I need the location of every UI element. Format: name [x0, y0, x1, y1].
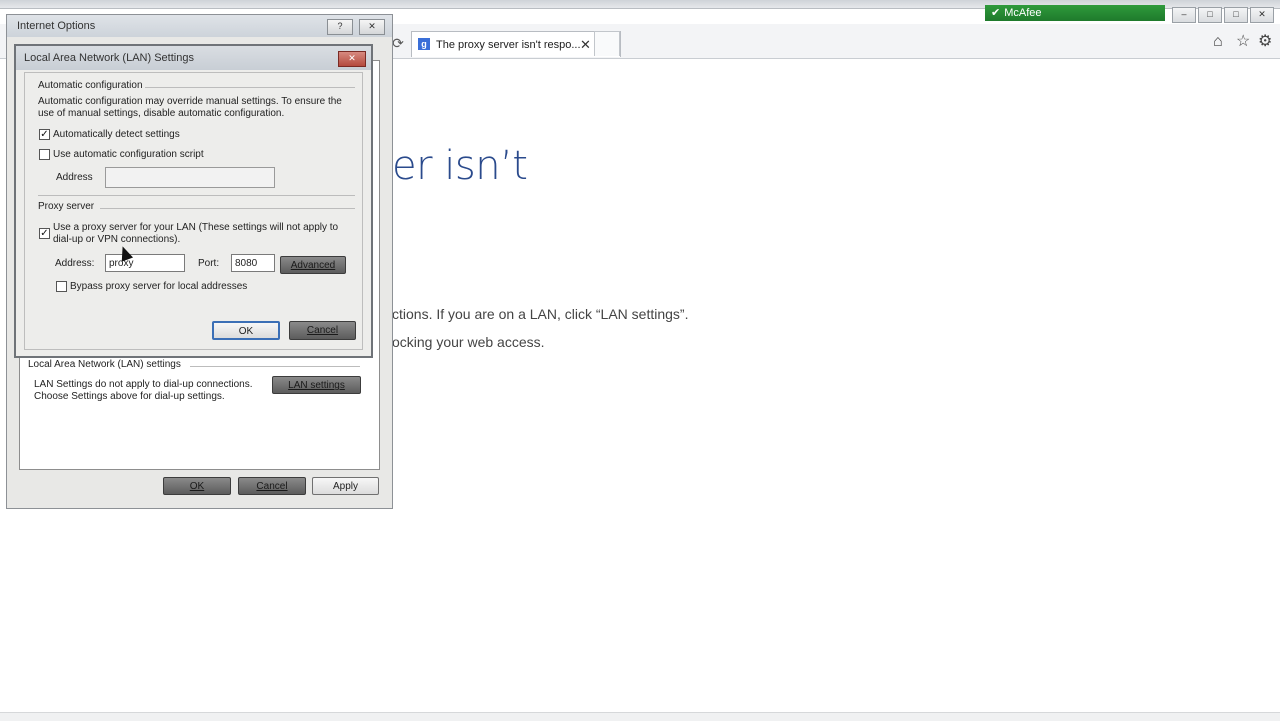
use-proxy-checkbox[interactable]: ✓ — [39, 228, 50, 239]
io-apply-button[interactable]: Apply — [312, 477, 379, 495]
auto-detect-label: Automatically detect settings — [53, 129, 180, 140]
lan-close-icon[interactable]: ✕ — [338, 51, 366, 67]
io-ok-button[interactable]: OK — [163, 477, 231, 495]
proxy-address-field[interactable]: proxy — [105, 254, 185, 272]
proxy-port-label: Port: — [198, 258, 220, 269]
star-icon[interactable]: ☆ — [1236, 33, 1250, 51]
section-divider — [38, 195, 355, 196]
proxy-port-field[interactable]: 8080 — [231, 254, 275, 272]
lan-group-divider — [190, 366, 360, 367]
tab-close-icon[interactable]: ✕ — [580, 32, 591, 58]
internet-options-title: Internet Options — [17, 20, 96, 32]
auto-config-heading: Automatic configuration — [38, 80, 143, 91]
minimize-button[interactable]: – — [1172, 7, 1196, 23]
browser-tab[interactable]: g The proxy server isn't respo... ✕ — [411, 31, 621, 57]
proxy-divider — [100, 208, 355, 209]
lan-settings-titlebar: Local Area Network (LAN) Settings ✕ — [16, 46, 371, 70]
script-address-field[interactable] — [105, 167, 275, 188]
help-button[interactable]: ? — [327, 19, 353, 35]
use-script-checkbox[interactable] — [39, 149, 50, 160]
close-icon[interactable]: ✕ — [359, 19, 385, 35]
error-heading: er isn’t — [392, 143, 528, 189]
lan-ok-button[interactable]: OK — [212, 321, 280, 340]
bypass-local-label: Bypass proxy server for local addresses — [70, 281, 248, 292]
bypass-local-checkbox[interactable] — [56, 281, 67, 292]
tab-title: The proxy server isn't respo... — [436, 39, 581, 51]
google-favicon-icon: g — [418, 38, 430, 50]
lan-section-title: Local Area Network (LAN) settings — [28, 359, 185, 370]
auto-config-divider — [145, 87, 355, 88]
new-tab-button[interactable] — [594, 31, 620, 56]
use-proxy-label: Use a proxy server for your LAN (These s… — [53, 222, 339, 245]
mcafee-label: McAfee — [1004, 7, 1042, 19]
error-line-1: ctions. If you are on a LAN, click “LAN … — [392, 306, 689, 322]
check-icon: ✔ — [991, 7, 1001, 19]
auto-detect-checkbox[interactable]: ✓ — [39, 129, 50, 140]
maximize-button[interactable]: □ — [1224, 7, 1248, 23]
use-script-label: Use automatic configuration script — [53, 149, 204, 160]
error-line-2: ocking your web access. — [392, 334, 545, 350]
home-icon[interactable]: ⌂ — [1213, 33, 1223, 51]
lan-settings-button[interactable]: LAN settings — [272, 376, 361, 394]
internet-options-titlebar: Internet Options ? ✕ — [7, 15, 392, 37]
io-cancel-button[interactable]: Cancel — [238, 477, 306, 495]
advanced-button[interactable]: Advanced — [280, 256, 346, 274]
restore-button[interactable]: □ — [1198, 7, 1222, 23]
lan-section-description: LAN Settings do not apply to dial-up con… — [34, 379, 253, 402]
auto-config-description: Automatic configuration may override man… — [38, 96, 342, 119]
proxy-heading: Proxy server — [38, 201, 95, 212]
gear-icon[interactable]: ⚙ — [1258, 33, 1272, 51]
script-address-label: Address — [56, 172, 93, 183]
lan-cancel-button[interactable]: Cancel — [289, 321, 356, 340]
proxy-address-label: Address: — [55, 258, 95, 269]
mcafee-addon[interactable]: ✔ McAfee — [985, 5, 1165, 21]
lan-settings-title: Local Area Network (LAN) Settings — [24, 52, 194, 64]
close-window-button[interactable]: ✕ — [1250, 7, 1274, 23]
